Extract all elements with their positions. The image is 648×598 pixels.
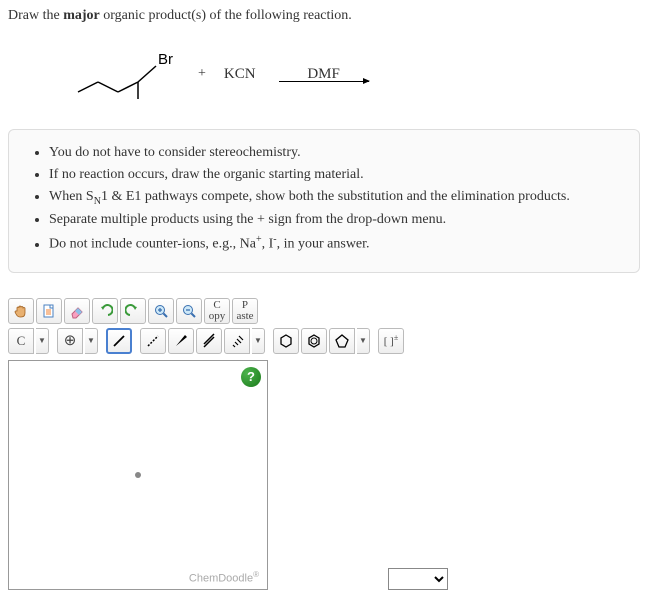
element-button[interactable]: C	[8, 328, 34, 354]
product-count-select[interactable]	[388, 568, 448, 590]
chemdoodle-editor: Copy Paste C ▼ ⊕ ▼ ▼ ▼ [ ]± ? ChemDoodle…	[8, 298, 640, 590]
canvas-origin-dot	[135, 472, 141, 478]
zoom-out-button[interactable]	[176, 298, 202, 324]
paste-button[interactable]: Paste	[232, 298, 258, 324]
hint-item: Separate multiple products using the + s…	[49, 211, 621, 230]
hints-panel: You do not have to consider stereochemis…	[8, 129, 640, 273]
benzene-button[interactable]	[301, 328, 327, 354]
solid-bond-button[interactable]	[106, 328, 132, 354]
redo-button[interactable]	[120, 298, 146, 324]
hint-item: You do not have to consider stereochemis…	[49, 144, 621, 163]
question-prompt: Draw the major organic product(s) of the…	[8, 8, 640, 24]
undo-button[interactable]	[92, 298, 118, 324]
reaction-scheme: Br + KCN DMF	[8, 34, 640, 114]
charge-button[interactable]: [ ]±	[378, 328, 404, 354]
wedge-bond-button[interactable]	[168, 328, 194, 354]
add-atom-button[interactable]: ⊕	[57, 328, 83, 354]
drawing-canvas[interactable]: ? ChemDoodle®	[8, 360, 268, 590]
eraser-button[interactable]	[64, 298, 90, 324]
starting-material-structure: Br	[68, 44, 188, 104]
hint-item: If no reaction occurs, draw the organic …	[49, 166, 621, 185]
zoom-in-button[interactable]	[148, 298, 174, 324]
dashed-bond-button[interactable]	[140, 328, 166, 354]
plus-sign: +	[198, 66, 206, 82]
hash-bond-dropdown[interactable]: ▼	[252, 328, 265, 354]
question-suffix: organic product(s) of the following reac…	[100, 8, 352, 23]
question-bold: major	[63, 8, 100, 23]
hexagon-button[interactable]	[273, 328, 299, 354]
hash-bond-button[interactable]	[224, 328, 250, 354]
reaction-arrow: DMF	[279, 66, 369, 82]
pentagon-dropdown[interactable]: ▼	[357, 328, 370, 354]
br-label: Br	[158, 51, 173, 68]
reagent-label: KCN	[224, 66, 256, 83]
arrow-line	[279, 81, 369, 82]
question-prefix: Draw the	[8, 8, 63, 23]
pentagon-button[interactable]	[329, 328, 355, 354]
element-dropdown[interactable]: ▼	[36, 328, 49, 354]
hint-item: Do not include counter-ions, e.g., Na+, …	[49, 233, 621, 255]
hint-item: When SN1 & E1 pathways compete, show bot…	[49, 188, 621, 208]
copy-button[interactable]: Copy	[204, 298, 230, 324]
toolbar-row-2: C ▼ ⊕ ▼ ▼ ▼ [ ]±	[8, 328, 640, 354]
product-count-selector	[388, 568, 448, 590]
toolbar-row-1: Copy Paste	[8, 298, 640, 324]
chemdoodle-brand: ChemDoodle®	[189, 570, 259, 585]
hand-tool-button[interactable]	[8, 298, 34, 324]
double-bond-button[interactable]	[196, 328, 222, 354]
new-document-button[interactable]	[36, 298, 62, 324]
hints-list: You do not have to consider stereochemis…	[27, 144, 621, 255]
add-atom-dropdown[interactable]: ▼	[85, 328, 98, 354]
canvas-help-button[interactable]: ?	[241, 367, 261, 387]
